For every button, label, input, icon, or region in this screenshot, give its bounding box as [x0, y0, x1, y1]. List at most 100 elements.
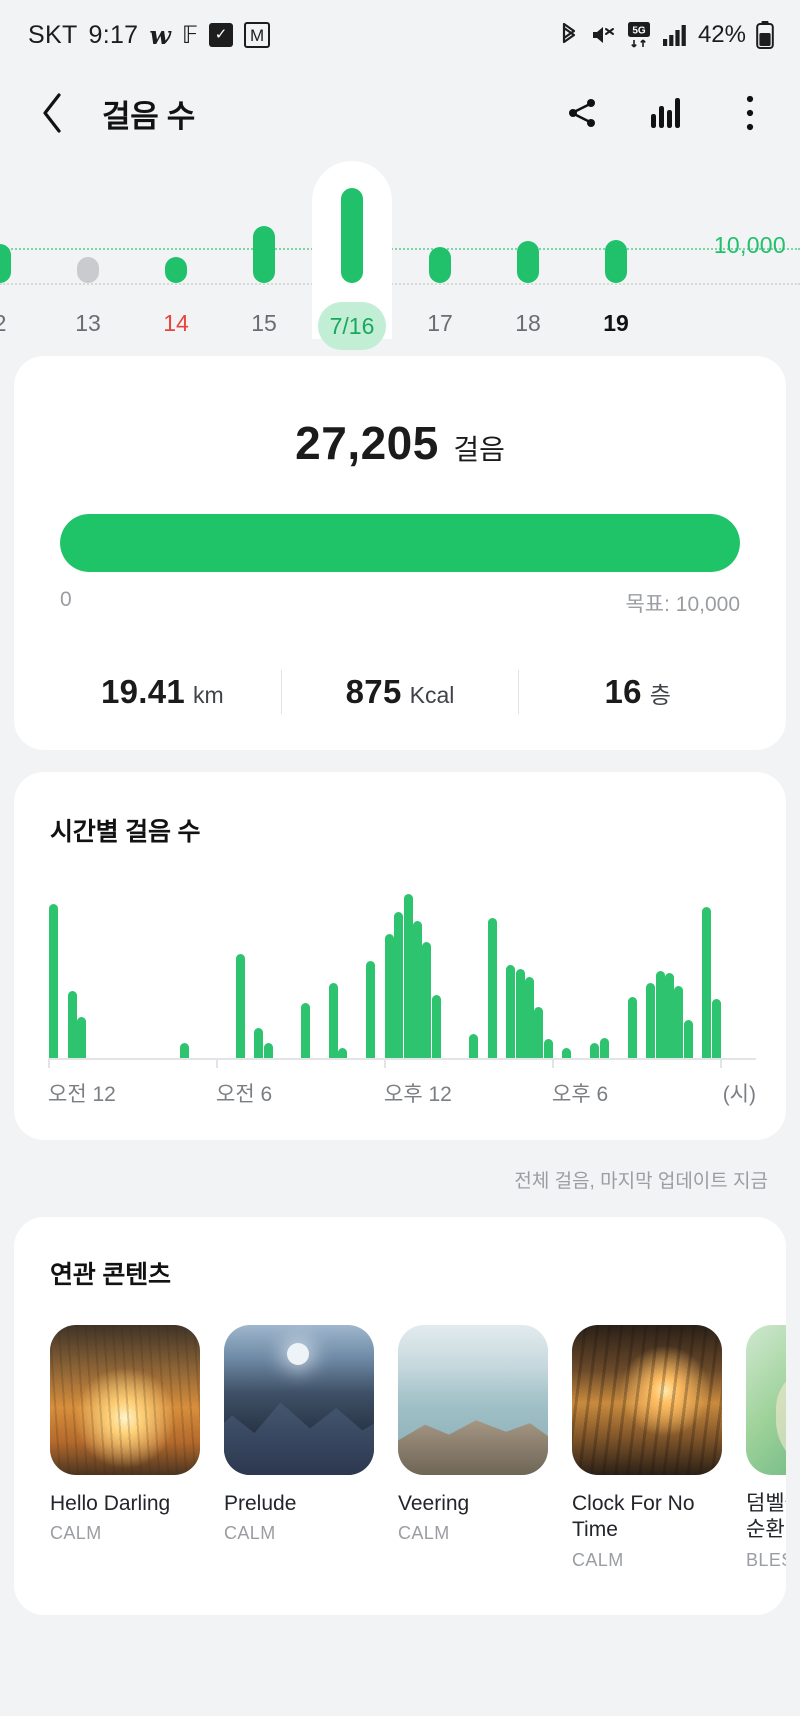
hourly-axis-label: 오후 12 — [384, 1083, 452, 1106]
hourly-bar[interactable] — [562, 1048, 572, 1058]
hourly-bar[interactable] — [431, 994, 441, 1058]
more-options-button[interactable] — [728, 91, 772, 135]
related-content-name: 덤벨을 순환 트 — [746, 1492, 786, 1542]
related-content-item[interactable]: Hello Darling CALM — [50, 1325, 200, 1571]
hourly-bar[interactable] — [394, 911, 404, 1058]
hourly-bar[interactable] — [77, 1016, 86, 1058]
app-screen: SKT 9:17 w 𝔽 ✓ M 5G 42% 걸음 수 10,000 13 1… — [0, 0, 800, 1716]
hourly-bar[interactable] — [413, 920, 422, 1058]
related-content-name: Hello Darling — [50, 1492, 171, 1515]
day-bar[interactable] — [429, 246, 451, 283]
status-bar-right: 5G 42% — [558, 21, 774, 49]
day-label[interactable]: 15 — [220, 310, 308, 337]
hourly-bar[interactable] — [338, 1048, 348, 1058]
hourly-axis-label: 오전 12 — [48, 1083, 116, 1106]
hourly-bar[interactable] — [702, 906, 712, 1058]
day-bar[interactable] — [165, 257, 187, 283]
hourly-bar[interactable] — [506, 965, 516, 1058]
related-content-name: Clock For No Time — [572, 1492, 695, 1542]
hourly-axis-tick — [720, 1058, 722, 1068]
hourly-bar[interactable] — [385, 934, 394, 1058]
hourly-bar[interactable] — [67, 990, 77, 1058]
related-content-thumbnail[interactable] — [224, 1325, 374, 1475]
related-content-thumbnail[interactable] — [398, 1325, 548, 1475]
day-label[interactable]: 18 — [484, 310, 572, 337]
stat-unit: 층 — [649, 682, 671, 708]
hourly-bar[interactable] — [301, 1002, 310, 1058]
hourly-bar[interactable] — [590, 1043, 600, 1058]
stat-item: 19.41 km — [44, 673, 281, 711]
hourly-bar[interactable] — [599, 1038, 609, 1058]
related-content-brand: CALM — [572, 1549, 624, 1570]
day-bar[interactable] — [253, 226, 275, 283]
related-content-title: 연관 콘텐츠 — [50, 1261, 171, 1289]
carrier-label: SKT — [28, 20, 78, 49]
day-label[interactable]: 14 — [132, 310, 220, 337]
checkbox-app-icon: ✓ — [209, 23, 234, 47]
hourly-bar[interactable] — [543, 1039, 553, 1058]
hourly-bar[interactable] — [179, 1043, 189, 1058]
day-label[interactable]: 17 — [396, 310, 484, 337]
related-content-brand: CALM — [224, 1523, 276, 1544]
status-bar: SKT 9:17 w 𝔽 ✓ M 5G 42% — [0, 0, 800, 70]
hourly-bar[interactable] — [329, 982, 338, 1058]
mute-icon — [590, 23, 616, 47]
day-strip-chart[interactable]: 10,000 21314157/16171819 — [0, 156, 800, 356]
day-label[interactable]: 13 — [44, 310, 132, 337]
related-content-item[interactable]: Veering CALM — [398, 1325, 548, 1571]
day-label[interactable]: 7/16 — [318, 302, 386, 350]
hourly-bar[interactable] — [366, 961, 376, 1058]
hourly-bar[interactable] — [49, 903, 58, 1058]
related-content-thumbnail[interactable] — [746, 1325, 786, 1475]
chart-view-button[interactable] — [644, 91, 688, 135]
progress-labels: 0 목표: 10,000 — [60, 588, 740, 618]
hourly-bar[interactable] — [683, 1020, 693, 1058]
related-content-thumbnail[interactable] — [50, 1325, 200, 1475]
day-bar[interactable] — [77, 257, 99, 283]
related-content-list: Hello Darling CALM Prelude CALM Veering CALM C… — [14, 1325, 786, 1571]
hourly-footer-note: 전체 걸음, 마지막 업데이트 지금 — [514, 1171, 768, 1192]
total-steps-value: 27,205 — [295, 417, 439, 469]
hourly-axis-label: 오후 6 — [552, 1083, 609, 1106]
day-label[interactable]: 2 — [0, 310, 44, 337]
header-actions — [560, 91, 772, 135]
hourly-bar[interactable] — [646, 982, 656, 1058]
hourly-bar[interactable] — [515, 969, 525, 1058]
hourly-bar-chart[interactable] — [48, 890, 756, 1068]
hourly-bar[interactable] — [422, 942, 432, 1058]
related-content-brand: CALM — [398, 1523, 450, 1544]
hourly-axis-tick — [384, 1058, 386, 1068]
hourly-bar[interactable] — [627, 996, 637, 1058]
hourly-bar[interactable] — [263, 1043, 273, 1058]
related-content-thumbnail[interactable] — [572, 1325, 722, 1475]
stat-item: 16 층 — [519, 673, 756, 711]
day-bar[interactable] — [517, 241, 539, 283]
more-vertical-icon — [746, 95, 754, 131]
stat-unit: km — [193, 682, 224, 708]
day-bar[interactable] — [0, 243, 11, 283]
hourly-bar[interactable] — [655, 971, 665, 1058]
hourly-bar[interactable] — [711, 998, 721, 1058]
related-content-item[interactable]: Prelude CALM — [224, 1325, 374, 1571]
hourly-bar[interactable] — [487, 917, 497, 1058]
hourly-bar[interactable] — [534, 1006, 544, 1058]
day-bar[interactable] — [605, 239, 627, 283]
back-button[interactable] — [30, 90, 76, 136]
day-label[interactable]: 19 — [572, 310, 660, 337]
related-content-item[interactable]: Clock For No Time CALM — [572, 1325, 722, 1571]
hourly-bar[interactable] — [525, 976, 534, 1058]
stat-item: 875 Kcal — [282, 673, 519, 711]
back-chevron-icon — [43, 93, 61, 133]
progress-min-label: 0 — [60, 588, 72, 611]
battery-percent-label: 42% — [697, 21, 746, 48]
hourly-bar[interactable] — [665, 973, 674, 1058]
hourly-bar[interactable] — [235, 954, 245, 1058]
share-button[interactable] — [560, 91, 604, 135]
hourly-bar[interactable] — [403, 893, 413, 1058]
hourly-bar[interactable] — [254, 1028, 264, 1058]
day-bar[interactable] — [341, 187, 363, 283]
hourly-bar[interactable] — [674, 985, 684, 1058]
stat-value: 16 — [604, 673, 642, 710]
related-content-item[interactable]: 덤벨을 순환 트 BLESS — [746, 1325, 786, 1571]
hourly-bar[interactable] — [469, 1034, 478, 1058]
